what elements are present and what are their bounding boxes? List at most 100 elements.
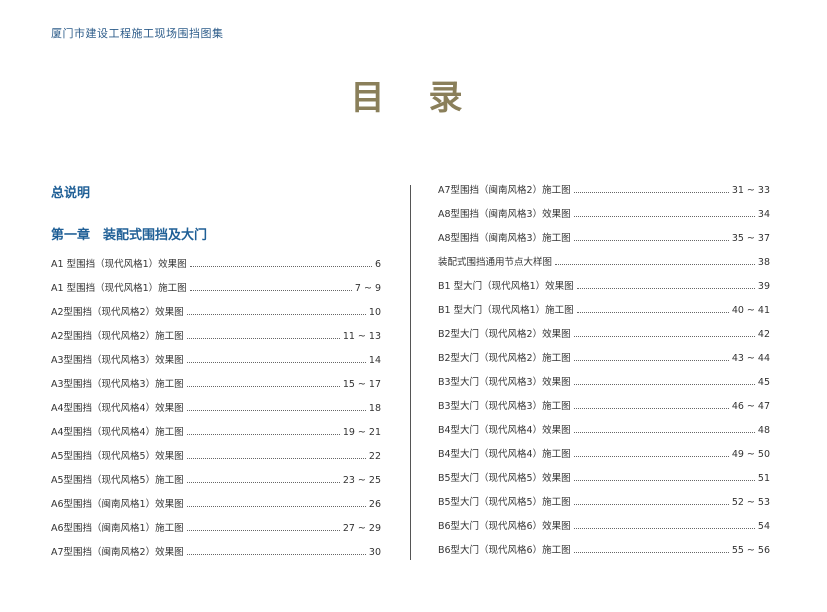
toc-entry-label: B2型大门（现代风格2）效果图: [438, 329, 571, 340]
toc-entry-label: A7型围挡（闽南风格2）施工图: [438, 185, 571, 196]
toc-entry-page: 27 ~ 29: [342, 523, 381, 534]
toc-leader: [573, 493, 729, 505]
toc-entry-label: A2型围挡（现代风格2）施工图: [51, 331, 184, 342]
toc-entry-page: 31 ~ 33: [731, 185, 770, 196]
toc-entry-label: A4型围挡（现代风格4）施工图: [51, 427, 184, 438]
toc-leader: [186, 303, 366, 315]
toc-entry-label: A3型围挡（现代风格3）效果图: [51, 355, 184, 366]
toc-entry-label: A8型围挡（闽南风格3）效果图: [438, 209, 571, 220]
document-header-title: 厦门市建设工程施工现场围挡图集: [51, 27, 224, 40]
toc-leader: [573, 469, 755, 481]
toc-entry-page: 35 ~ 37: [731, 233, 770, 244]
toc-entry-label: A4型围挡（现代风格4）效果图: [51, 403, 184, 414]
toc-entry-label: A5型围挡（现代风格5）施工图: [51, 475, 184, 486]
toc-entry-page: 54: [757, 521, 770, 532]
toc-leader: [186, 399, 366, 411]
toc-entry-page: 45: [757, 377, 770, 388]
toc-entry[interactable]: B3型大门（现代风格3）施工图 46 ~ 47: [438, 397, 770, 421]
toc-entry[interactable]: B5型大门（现代风格5）效果图 51: [438, 469, 770, 493]
toc-leader: [573, 349, 729, 361]
toc-entry[interactable]: A4型围挡（现代风格4）施工图 19 ~ 21: [51, 423, 381, 447]
toc-entry[interactable]: B6型大门（现代风格6）施工图 55 ~ 56: [438, 541, 770, 565]
toc-leader: [573, 445, 729, 457]
toc-entry-page: 10: [368, 307, 381, 318]
toc-entry-page: 42: [757, 329, 770, 340]
toc-entry[interactable]: A3型围挡（现代风格3）效果图 14: [51, 351, 381, 375]
page-title: 目录: [350, 78, 507, 118]
toc-entry[interactable]: B3型大门（现代风格3）效果图 45: [438, 373, 770, 397]
toc-list-right: A7型围挡（闽南风格2）施工图 31 ~ 33 A8型围挡（闽南风格3）效果图 34…: [438, 181, 770, 565]
toc-entry-label: B1 型大门（现代风格1）施工图: [438, 305, 574, 316]
toc-entry-page: 23 ~ 25: [342, 475, 381, 486]
toc-entry-page: 38: [757, 257, 770, 268]
toc-entry-label: A6型围挡（闽南风格1）施工图: [51, 523, 184, 534]
toc-entry-label: A5型围挡（现代风格5）效果图: [51, 451, 184, 462]
toc-entry-label: B6型大门（现代风格6）施工图: [438, 545, 571, 556]
toc-entry[interactable]: A5型围挡（现代风格5）效果图 22: [51, 447, 381, 471]
toc-leader: [555, 253, 755, 265]
toc-entry[interactable]: A3型围挡（现代风格3）施工图 15 ~ 17: [51, 375, 381, 399]
toc-entry-label: A8型围挡（闽南风格3）施工图: [438, 233, 571, 244]
toc-entry-label: B2型大门（现代风格2）施工图: [438, 353, 571, 364]
toc-entry[interactable]: A1 型围挡（现代风格1）施工图 7 ~ 9: [51, 279, 381, 303]
toc-entry[interactable]: A6型围挡（闽南风格1）效果图 26: [51, 495, 381, 519]
toc-entry-label: B4型大门（现代风格4）施工图: [438, 449, 571, 460]
toc-entry-label: A7型围挡（闽南风格2）效果图: [51, 547, 184, 558]
toc-list-left: A1 型围挡（现代风格1）效果图 6 A1 型围挡（现代风格1）施工图 7 ~ 9 …: [51, 255, 381, 567]
toc-entry-page: 22: [368, 451, 381, 462]
chapter-1-title[interactable]: 第一章 装配式围挡及大门: [51, 224, 207, 243]
toc-entry[interactable]: A2型围挡（现代风格2）效果图 10: [51, 303, 381, 327]
toc-entry-label: B3型大门（现代风格3）效果图: [438, 377, 571, 388]
toc-entry[interactable]: A6型围挡（闽南风格1）施工图 27 ~ 29: [51, 519, 381, 543]
toc-leader: [573, 373, 755, 385]
toc-entry[interactable]: B1 型大门（现代风格1）效果图 39: [438, 277, 770, 301]
toc-entry-label: B4型大门（现代风格4）效果图: [438, 425, 571, 436]
toc-entry[interactable]: B6型大门（现代风格6）效果图 54: [438, 517, 770, 541]
toc-entry[interactable]: B4型大门（现代风格4）施工图 49 ~ 50: [438, 445, 770, 469]
toc-entry[interactable]: A4型围挡（现代风格4）效果图 18: [51, 399, 381, 423]
toc-entry[interactable]: B5型大门（现代风格5）施工图 52 ~ 53: [438, 493, 770, 517]
toc-leader: [573, 229, 729, 241]
toc-entry-label: A1 型围挡（现代风格1）施工图: [51, 283, 187, 294]
toc-entry[interactable]: B2型大门（现代风格2）效果图 42: [438, 325, 770, 349]
toc-entry[interactable]: A1 型围挡（现代风格1）效果图 6: [51, 255, 381, 279]
toc-entry[interactable]: B2型大门（现代风格2）施工图 43 ~ 44: [438, 349, 770, 373]
toc-entry-label: B3型大门（现代风格3）施工图: [438, 401, 571, 412]
toc-entry[interactable]: B4型大门（现代风格4）效果图 48: [438, 421, 770, 445]
toc-entry-label: B5型大门（现代风格5）施工图: [438, 497, 571, 508]
toc-entry[interactable]: A5型围挡（现代风格5）施工图 23 ~ 25: [51, 471, 381, 495]
section-general-notes[interactable]: 总说明: [51, 182, 90, 201]
toc-entry[interactable]: B1 型大门（现代风格1）施工图 40 ~ 41: [438, 301, 770, 325]
toc-entry-page: 43 ~ 44: [731, 353, 770, 364]
toc-entry[interactable]: A2型围挡（现代风格2）施工图 11 ~ 13: [51, 327, 381, 351]
toc-leader: [573, 205, 755, 217]
toc-entry-page: 49 ~ 50: [731, 449, 770, 460]
toc-entry-page: 6: [374, 259, 381, 270]
toc-entry[interactable]: A8型围挡（闽南风格3）效果图 34: [438, 205, 770, 229]
toc-leader: [576, 277, 755, 289]
toc-entry-label: 装配式围挡通用节点大样图: [438, 257, 553, 268]
toc-entry-page: 30: [368, 547, 381, 558]
toc-entry[interactable]: A7型围挡（闽南风格2）施工图 31 ~ 33: [438, 181, 770, 205]
toc-entry-page: 40 ~ 41: [731, 305, 770, 316]
toc-leader: [189, 255, 372, 267]
toc-entry-page: 18: [368, 403, 381, 414]
toc-leader: [186, 375, 340, 387]
toc-leader: [186, 519, 340, 531]
toc-leader: [576, 301, 729, 313]
toc-entry-page: 52 ~ 53: [731, 497, 770, 508]
toc-entry-label: B1 型大门（现代风格1）效果图: [438, 281, 574, 292]
toc-entry[interactable]: 装配式围挡通用节点大样图 38: [438, 253, 770, 277]
toc-entry-page: 19 ~ 21: [342, 427, 381, 438]
toc-leader: [573, 181, 729, 193]
toc-entry[interactable]: A8型围挡（闽南风格3）施工图 35 ~ 37: [438, 229, 770, 253]
toc-leader: [186, 351, 366, 363]
toc-entry-label: B5型大门（现代风格5）效果图: [438, 473, 571, 484]
toc-entry-page: 14: [368, 355, 381, 366]
toc-entry-page: 51: [757, 473, 770, 484]
toc-entry-page: 26: [368, 499, 381, 510]
toc-leader: [573, 325, 755, 337]
toc-entry[interactable]: A7型围挡（闽南风格2）效果图 30: [51, 543, 381, 567]
toc-leader: [186, 471, 340, 483]
toc-entry-label: A2型围挡（现代风格2）效果图: [51, 307, 184, 318]
